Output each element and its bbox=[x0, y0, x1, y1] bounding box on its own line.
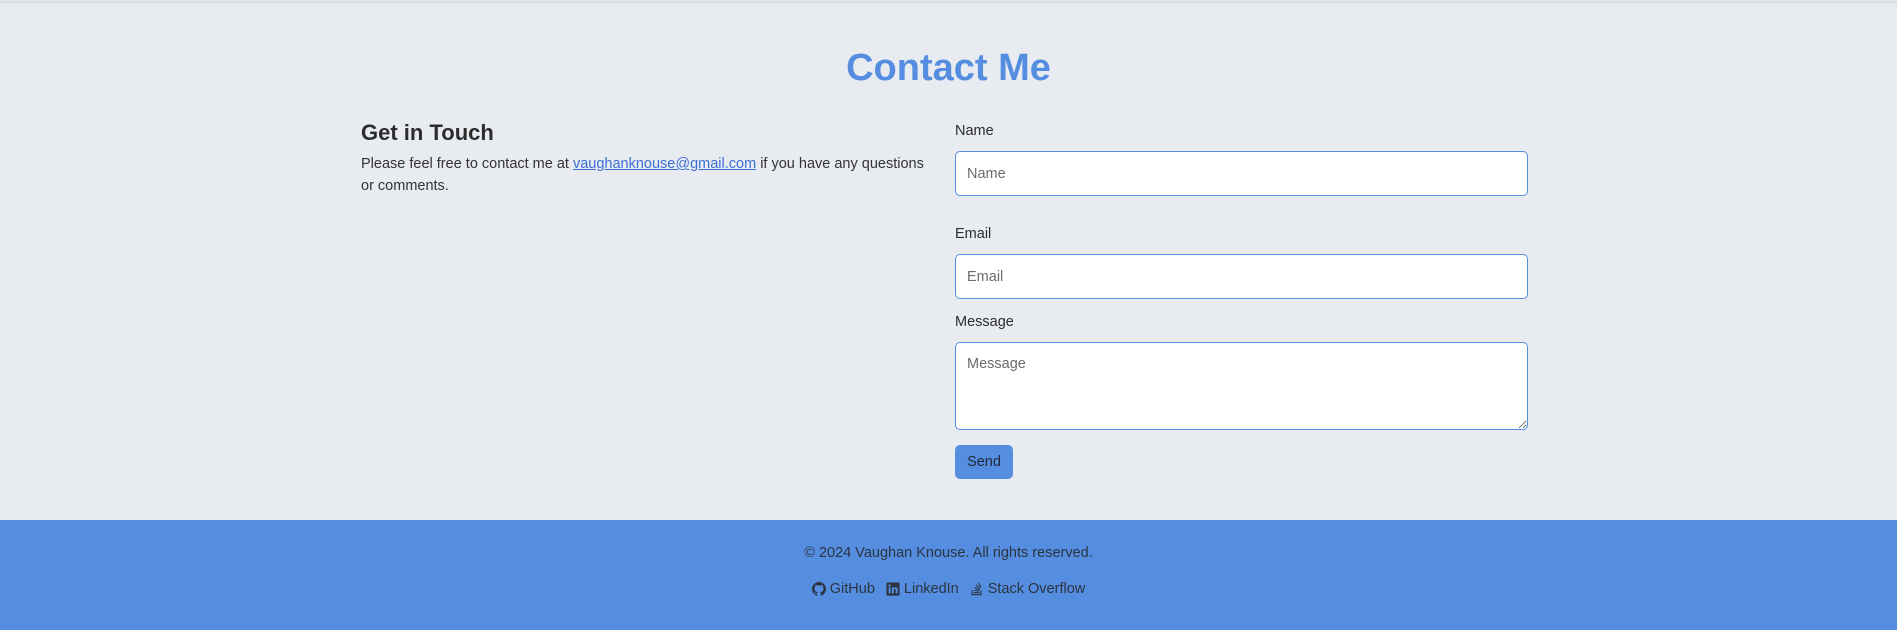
name-label: Name bbox=[955, 123, 994, 139]
name-field[interactable] bbox=[955, 151, 1528, 196]
linkedin-icon bbox=[886, 582, 900, 596]
github-link-label: GitHub bbox=[829, 581, 875, 597]
copyright-text: © 2024 Vaughan Knouse. All rights reserv… bbox=[804, 545, 1093, 561]
email-link[interactable]: vaughanknouse@gmail.com bbox=[573, 156, 756, 172]
social-links: GitHub LinkedIn Stack Overflow bbox=[0, 580, 1897, 598]
linkedin-link[interactable]: LinkedIn bbox=[886, 580, 959, 598]
contact-intro: Get in Touch Please feel free to contact… bbox=[361, 119, 931, 197]
stack-overflow-icon bbox=[970, 582, 984, 596]
page-title: Contact Me bbox=[846, 47, 1051, 89]
email-field[interactable] bbox=[955, 254, 1528, 299]
stack-overflow-link[interactable]: Stack Overflow bbox=[970, 580, 1086, 598]
intro-text-before: Please feel free to contact me at bbox=[361, 156, 573, 172]
intro-text: Please feel free to contact me at vaugha… bbox=[361, 153, 931, 197]
linkedin-link-label: LinkedIn bbox=[903, 581, 959, 597]
email-label: Email bbox=[955, 226, 992, 242]
send-button[interactable]: Send bbox=[955, 445, 1013, 479]
footer: © 2024 Vaughan Knouse. All rights reserv… bbox=[0, 520, 1897, 630]
github-icon bbox=[811, 582, 826, 596]
message-field[interactable] bbox=[955, 342, 1528, 430]
github-link[interactable]: GitHub bbox=[811, 580, 875, 598]
contact-section: Contact Me Get in Touch Please feel free… bbox=[0, 3, 1897, 520]
intro-heading: Get in Touch bbox=[361, 120, 494, 145]
stack-overflow-link-label: Stack Overflow bbox=[987, 581, 1086, 597]
message-label: Message bbox=[955, 314, 1014, 330]
